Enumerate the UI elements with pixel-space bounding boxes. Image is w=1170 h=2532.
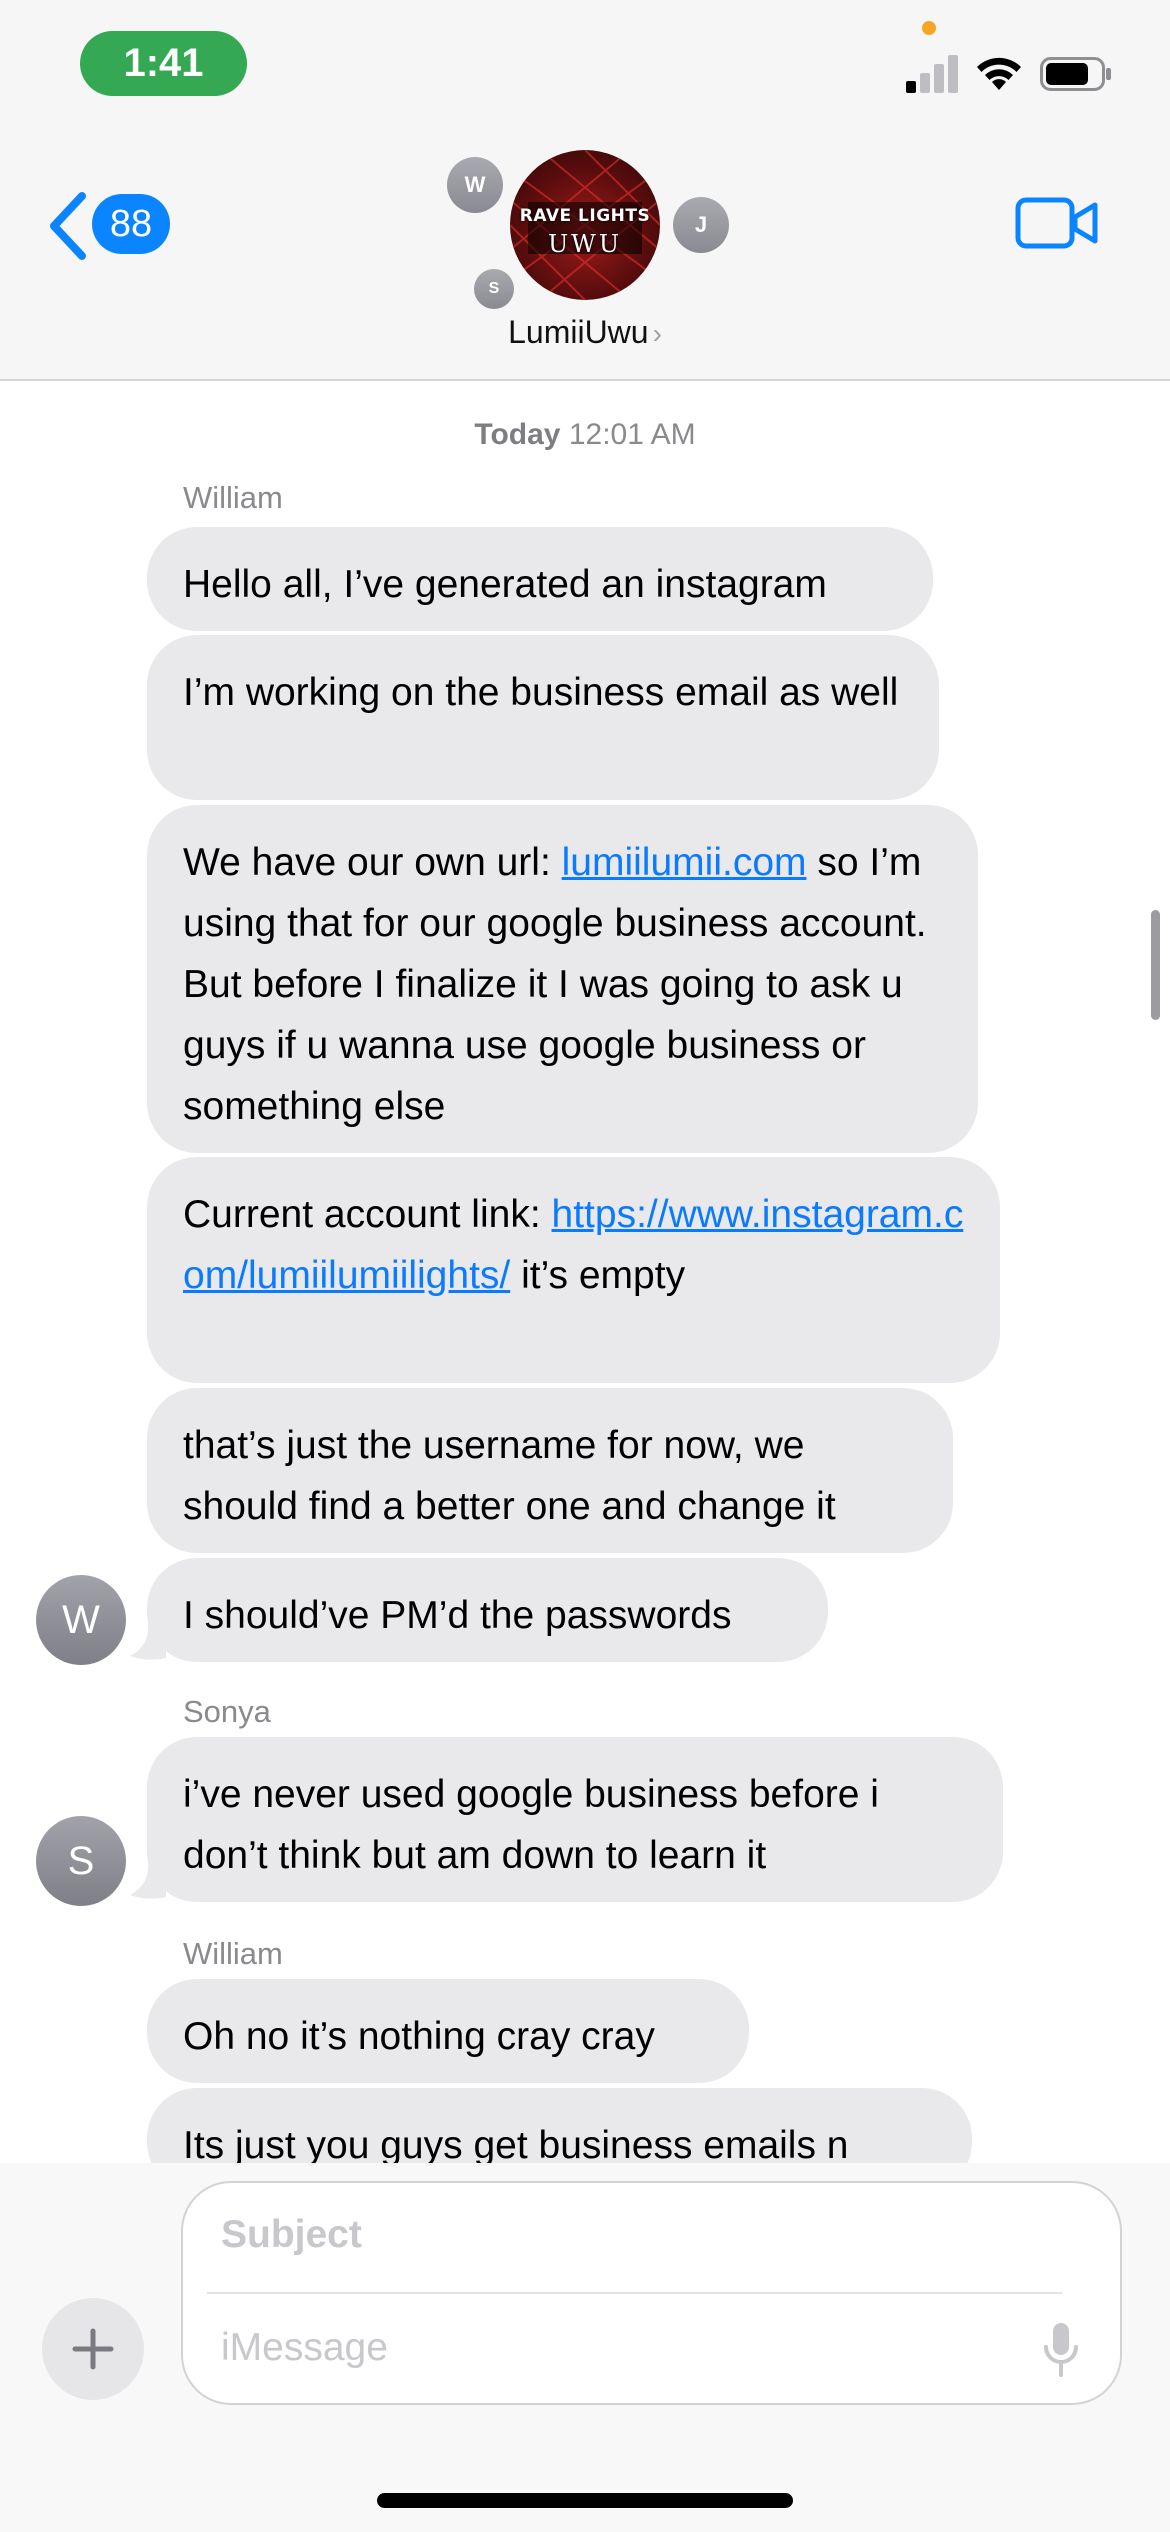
video-camera-icon[interactable] (1015, 195, 1099, 251)
microphone-icon[interactable] (1041, 2321, 1081, 2379)
contact-name-button[interactable]: LumiiUwu › (0, 314, 1170, 351)
cellular-signal-icon (906, 53, 960, 93)
message-text: Its just you guys get business emails n (183, 2124, 849, 2167)
message-text: that’s just the username for now, we sho… (183, 1424, 836, 1528)
participant-avatar-s: S (474, 269, 514, 309)
timestamp-day: Today (474, 418, 561, 451)
message-text: I’m working on the business email as wel… (183, 671, 899, 714)
sender-name: William (183, 480, 283, 515)
participant-avatar-j: J (673, 197, 729, 253)
message-text: Oh no it’s nothing cray cray (183, 2015, 655, 2058)
group-photo-title: RAVE LIGHTS (519, 206, 651, 226)
compose-bar: Subject iMessage (0, 2163, 1170, 2532)
home-indicator[interactable] (377, 2493, 793, 2508)
url-link[interactable]: lumiilumii.com (562, 841, 807, 884)
input-divider (207, 2292, 1062, 2294)
subject-field[interactable]: Subject (221, 2213, 362, 2257)
message-text: Hello all, I’ve generated an instagram (183, 563, 827, 606)
group-photo-subtitle: UWU (547, 230, 623, 258)
message-bubble[interactable]: Current account link: https://www.instag… (147, 1157, 1000, 1383)
unread-count-badge[interactable]: 88 (92, 194, 170, 254)
message-bubble[interactable]: We have our own url: lumiilumii.com so I… (147, 805, 978, 1153)
message-bubble[interactable]: I’m working on the business email as wel… (147, 635, 939, 800)
sender-avatar-w[interactable]: W (36, 1575, 126, 1665)
message-text: so I’m using that for our google busines… (183, 841, 927, 1128)
plus-icon (72, 2328, 114, 2370)
status-time: 1:41 (80, 31, 247, 96)
sender-name: William (183, 1936, 283, 1971)
sender-avatar-s[interactable]: S (36, 1816, 126, 1906)
message-text: it’s empty (510, 1254, 686, 1297)
message-text: I should’ve PM’d the passwords (183, 1594, 732, 1637)
participant-avatar-w: W (447, 157, 503, 213)
message-bubble[interactable]: Oh no it’s nothing cray cray (147, 1979, 749, 2083)
scroll-indicator[interactable] (1151, 910, 1160, 1020)
wifi-icon (977, 57, 1021, 90)
message-bubble[interactable]: I should’ve PM’d the passwords (147, 1558, 828, 1662)
privacy-indicator-dot (922, 21, 936, 35)
imessage-field[interactable]: iMessage (221, 2326, 388, 2370)
message-text: Current account link: (183, 1193, 552, 1236)
conversation-header: 88 W RAVE LIGHTS UWU J S LumiiUwu › (0, 130, 1170, 381)
group-photo[interactable]: RAVE LIGHTS UWU (510, 150, 660, 300)
message-text: i’ve never used google business before i… (183, 1773, 879, 1877)
timestamp-time: 12:01 AM (568, 418, 696, 451)
chevron-left-icon[interactable] (44, 190, 94, 262)
contact-name: LumiiUwu (508, 314, 649, 350)
chevron-right-icon: › (652, 318, 662, 349)
sender-name: Sonya (183, 1694, 271, 1729)
add-attachment-button[interactable] (42, 2298, 144, 2400)
status-bar: 1:41 (0, 0, 1170, 130)
message-bubble[interactable]: that’s just the username for now, we sho… (147, 1388, 953, 1553)
message-bubble[interactable]: Hello all, I’ve generated an instagram (147, 527, 933, 631)
message-input-box[interactable]: Subject iMessage (181, 2181, 1122, 2405)
timestamp-header: Today 12:01 AM (0, 418, 1170, 452)
message-bubble[interactable]: i’ve never used google business before i… (147, 1737, 1003, 1902)
message-text: We have our own url: (183, 841, 562, 884)
battery-icon (1040, 57, 1111, 91)
